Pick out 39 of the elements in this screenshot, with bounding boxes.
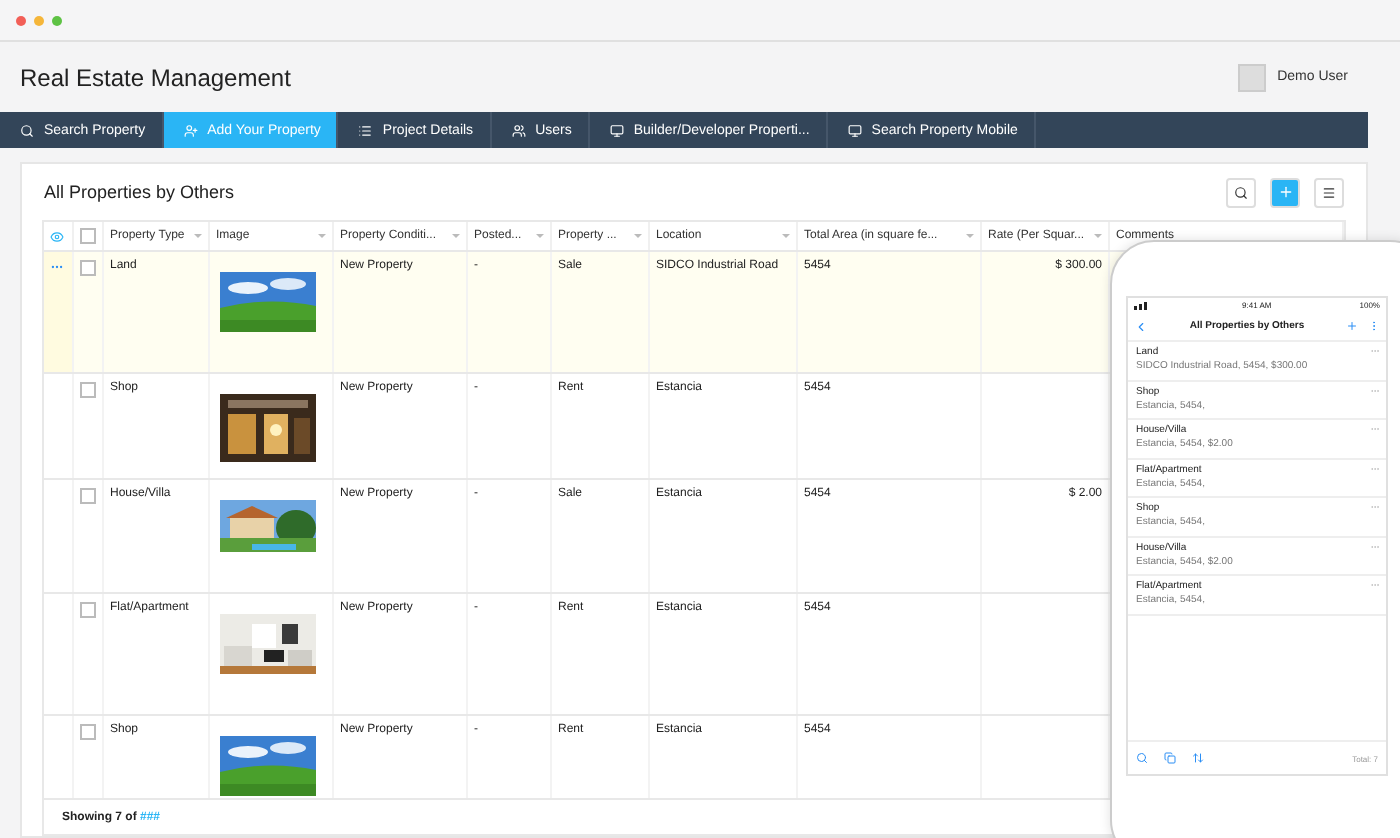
sort-caret-icon[interactable]	[194, 234, 202, 238]
close-dot[interactable]	[16, 15, 26, 25]
maximize-dot[interactable]	[52, 15, 62, 25]
avatar-icon	[1237, 63, 1266, 91]
menu-button[interactable]	[1314, 177, 1344, 207]
list-icon	[358, 123, 373, 137]
row-checkbox[interactable]	[80, 488, 96, 504]
back-icon[interactable]	[1134, 319, 1148, 333]
minimize-dot[interactable]	[34, 15, 44, 25]
copy-icon[interactable]	[1164, 752, 1176, 764]
row-checkbox[interactable]	[80, 602, 96, 618]
users-icon	[511, 123, 526, 137]
sort-caret-icon[interactable]	[318, 234, 326, 238]
row-checkbox[interactable]	[80, 260, 96, 276]
row-checkbox[interactable]	[80, 382, 96, 398]
search-button[interactable]	[1226, 177, 1256, 207]
app-title: Real Estate Management	[20, 63, 291, 91]
select-all-checkbox[interactable]	[80, 228, 96, 244]
row-checkbox[interactable]	[80, 724, 96, 740]
search-icon	[1234, 185, 1248, 199]
sort-icon[interactable]	[1192, 752, 1204, 764]
add-button[interactable]	[1270, 177, 1300, 207]
sort-caret-icon[interactable]	[966, 234, 974, 238]
more-icon[interactable]	[50, 260, 64, 274]
eye-icon[interactable]	[50, 229, 64, 243]
search-icon	[20, 123, 34, 137]
monitor-icon	[847, 123, 862, 137]
sort-caret-icon[interactable]	[536, 234, 544, 238]
plus-icon	[1277, 184, 1293, 200]
add-icon[interactable]	[1346, 320, 1358, 332]
menu-icon	[1322, 185, 1336, 199]
sort-caret-icon[interactable]	[634, 234, 642, 238]
sort-caret-icon[interactable]	[1094, 234, 1102, 238]
monitor-icon	[609, 123, 624, 137]
sort-caret-icon[interactable]	[452, 234, 460, 238]
user-plus-icon	[183, 123, 198, 137]
sort-caret-icon[interactable]	[782, 234, 790, 238]
search-icon[interactable]	[1136, 752, 1148, 764]
panel-title: All Properties by Others	[44, 182, 235, 202]
